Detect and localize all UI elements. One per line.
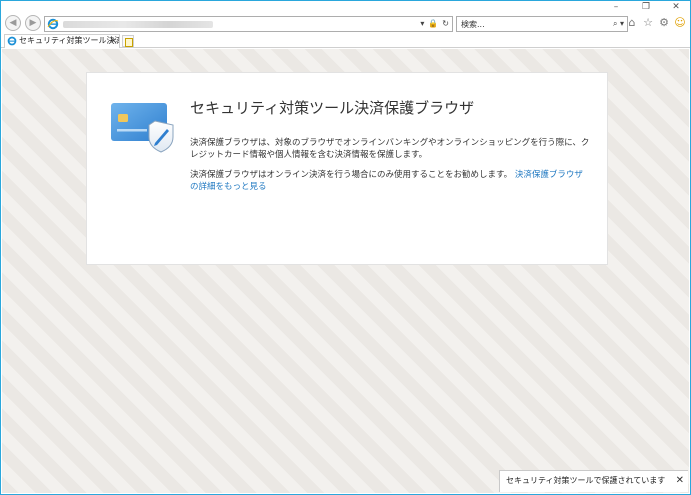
- window-controls: – ❐ ✕: [610, 2, 682, 12]
- recommendation-paragraph: 決済保護ブラウザはオンライン決済を行う場合にのみ使用することをお勧めします。 決…: [190, 169, 590, 193]
- feedback-smiley-icon[interactable]: ☺: [674, 17, 686, 29]
- address-bar[interactable]: ▾ 🔒 ↻: [44, 16, 453, 32]
- protection-notification: セキュリティ対策ツールで保護されています ✕: [499, 470, 688, 492]
- search-placeholder: 検索...: [461, 20, 485, 29]
- tools-gear-icon[interactable]: ⚙: [658, 17, 670, 29]
- notification-close-button[interactable]: ✕: [676, 471, 684, 491]
- refresh-icon[interactable]: ↻: [442, 18, 449, 30]
- tab-bar: セキュリティ対策ツール決済保... ×: [1, 34, 690, 48]
- lock-icon[interactable]: 🔒: [428, 18, 438, 30]
- minimize-button[interactable]: –: [610, 2, 622, 12]
- url-text-redacted: [63, 21, 213, 28]
- new-tab-button[interactable]: [122, 35, 134, 47]
- dropdown-icon[interactable]: ▾: [420, 18, 424, 30]
- forward-button[interactable]: ▶: [25, 15, 41, 31]
- ie-logo-icon: [47, 18, 59, 30]
- address-tools: ▾ 🔒 ↻: [420, 18, 449, 30]
- browser-window: – ❐ ✕ ◀ ▶ ▾ 🔒 ↻ 検索... ⌕ ▾ ⌂ ☆ ⚙ ☺ セキュリティ…: [0, 0, 691, 495]
- tab-close-button[interactable]: ×: [110, 35, 117, 47]
- favorites-star-icon[interactable]: ☆: [642, 17, 654, 29]
- restore-button[interactable]: ❐: [640, 2, 652, 12]
- tab-active[interactable]: セキュリティ対策ツール決済保... ×: [4, 34, 120, 48]
- back-button[interactable]: ◀: [5, 15, 21, 31]
- toolbar-icons: ⌂ ☆ ⚙ ☺: [626, 17, 686, 29]
- ie-logo-icon: [7, 36, 17, 46]
- navigation-bar: ◀ ▶ ▾ 🔒 ↻ 検索... ⌕ ▾ ⌂ ☆ ⚙ ☺: [1, 14, 690, 34]
- page-content: セキュリティ対策ツール決済保護ブラウザ 決済保護ブラウザは、対象のブラウザでオン…: [2, 49, 689, 493]
- description-paragraph: 決済保護ブラウザは、対象のブラウザでオンラインバンキングやオンラインショッピング…: [190, 138, 590, 160]
- recommendation-text: 決済保護ブラウザはオンライン決済を行う場合にのみ使用することをお勧めします。: [190, 170, 513, 180]
- page-title: セキュリティ対策ツール決済保護ブラウザ: [190, 99, 475, 117]
- tab-label: セキュリティ対策ツール決済保...: [19, 36, 119, 45]
- back-arrow-icon: ◀: [9, 18, 17, 28]
- close-button[interactable]: ✕: [670, 2, 682, 12]
- notification-text: セキュリティ対策ツールで保護されています: [506, 476, 666, 485]
- search-icon[interactable]: ⌕ ▾: [613, 18, 624, 30]
- forward-arrow-icon: ▶: [29, 18, 37, 28]
- search-box[interactable]: 検索... ⌕ ▾: [456, 16, 628, 32]
- home-icon[interactable]: ⌂: [626, 17, 638, 29]
- credit-card-shield-icon: [111, 103, 174, 153]
- info-card: セキュリティ対策ツール決済保護ブラウザ 決済保護ブラウザは、対象のブラウザでオン…: [86, 72, 608, 265]
